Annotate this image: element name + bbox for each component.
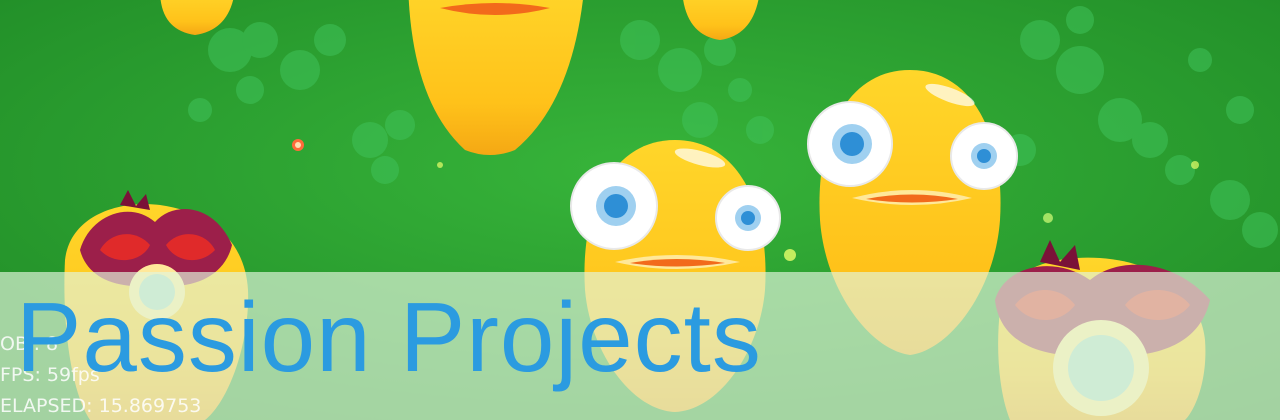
debug-elapsed-time: ELAPSED: 15.869753 bbox=[0, 395, 202, 417]
banner-title: Passion Projects bbox=[16, 282, 762, 392]
